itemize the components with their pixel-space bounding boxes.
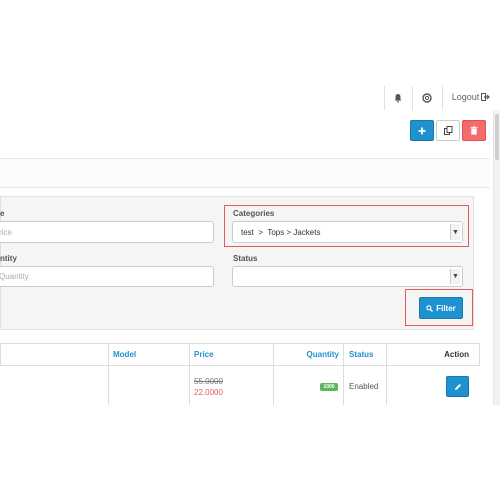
filter-button[interactable]: Filter — [419, 297, 463, 319]
scrollbar-thumb[interactable] — [495, 114, 499, 160]
price-old: 55.0000 — [194, 377, 223, 386]
categories-select[interactable]: test > Tops > Jackets ▼ — [232, 221, 463, 243]
edit-button[interactable] — [446, 376, 469, 397]
name-input[interactable]: rice — [0, 221, 214, 243]
column-divider — [189, 343, 190, 405]
column-header-model[interactable]: Model — [113, 343, 136, 365]
chevron-down-icon: ▼ — [450, 224, 460, 240]
search-icon — [426, 304, 434, 312]
table-header-divider — [0, 365, 480, 366]
table-row-background — [0, 366, 480, 405]
column-header-quantity[interactable]: Quantity — [273, 343, 339, 365]
quantity-input[interactable]: Quantity — [0, 266, 214, 287]
quantity-label: ntity — [0, 254, 17, 263]
column-divider — [343, 343, 344, 405]
top-header: Logout — [0, 86, 500, 111]
life-ring-icon — [422, 93, 432, 103]
copy-icon — [443, 126, 452, 135]
price-special: 22.0000 — [194, 388, 223, 397]
status-value: Enabled — [349, 382, 379, 391]
plus-icon — [418, 127, 426, 134]
header-separator — [384, 86, 385, 110]
column-header-status[interactable]: Status — [349, 343, 373, 365]
column-divider — [108, 343, 109, 405]
add-button[interactable] — [410, 120, 434, 141]
column-header-action: Action — [444, 349, 469, 359]
chevron-down-icon: ▼ — [450, 269, 460, 284]
name-label: e — [0, 209, 5, 218]
panel-heading — [0, 158, 490, 188]
logout-label: Logout — [451, 92, 480, 102]
delete-button[interactable] — [462, 120, 486, 141]
quantity-badge: 1000 — [320, 383, 338, 391]
filter-button-label: Filter — [436, 303, 456, 313]
pencil-icon — [454, 383, 461, 390]
header-separator — [442, 86, 443, 110]
notifications-button[interactable] — [390, 90, 406, 106]
bell-icon — [394, 94, 402, 103]
sign-out-icon — [481, 93, 491, 101]
logout-link[interactable]: Logout — [450, 89, 492, 105]
categories-selected-value: test > Tops > Jackets — [241, 227, 321, 237]
status-label: Status — [233, 254, 258, 263]
categories-label: Categories — [233, 209, 275, 218]
copy-button[interactable] — [436, 120, 460, 141]
column-header-price[interactable]: Price — [194, 343, 214, 365]
trash-icon — [470, 126, 478, 135]
help-button[interactable] — [418, 90, 436, 106]
header-separator — [412, 86, 413, 110]
status-select[interactable]: ▼ — [232, 266, 463, 287]
